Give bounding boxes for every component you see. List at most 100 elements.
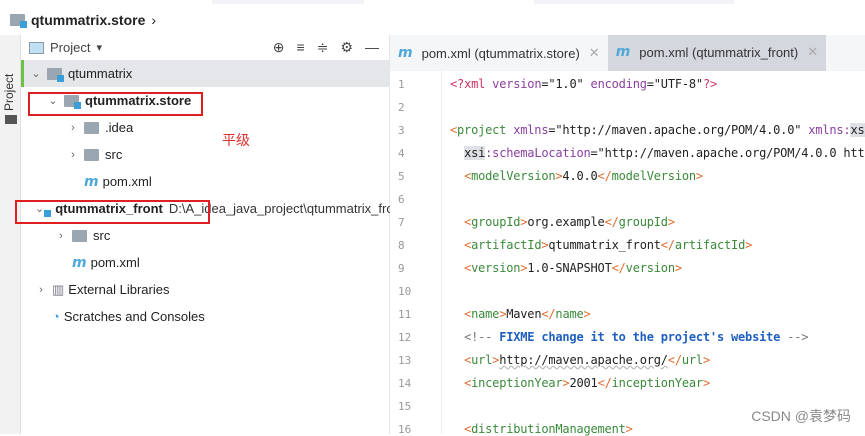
tree-item[interactable]: ⌄ qtummatrix <box>21 60 390 87</box>
tree-item[interactable]: › .idea <box>21 114 390 141</box>
code-token: xsi <box>850 123 865 137</box>
code-token: FIXME change it to the project's website <box>499 330 781 344</box>
code-token: </ <box>597 169 612 183</box>
code-line: <groupId>org.example</groupId> <box>450 215 675 229</box>
maven-icon: m <box>84 173 99 190</box>
tree-item-label: src <box>93 228 111 243</box>
code-token: xml <box>464 77 493 91</box>
project-view-selector[interactable]: Project <box>50 40 90 55</box>
code-token: > <box>674 261 682 275</box>
code-token: </ <box>541 307 556 321</box>
collapse-all-icon[interactable]: ≑ <box>317 39 329 56</box>
tree-item[interactable]: › src <box>21 141 390 168</box>
line-number: 10 <box>398 285 412 298</box>
code-token: name <box>471 307 500 321</box>
code-line: <modelVersion>4.0.0</modelVersion> <box>450 169 703 183</box>
editor-tabs: m pom.xml (qtummatrix.store) ✕ m pom.xml… <box>390 35 865 71</box>
folder-icon <box>72 229 87 242</box>
code-token: groupId <box>471 215 521 229</box>
close-icon[interactable]: ✕ <box>807 44 818 60</box>
tree-item-label: External Libraries <box>68 282 170 297</box>
highlight-box-front <box>15 200 210 224</box>
gear-icon[interactable]: ⚙ <box>340 39 353 56</box>
line-number: 11 <box>398 308 412 321</box>
tree-item-label: pom.xml <box>102 174 152 189</box>
chevron-icon[interactable]: › <box>35 284 47 296</box>
code-token: ="1.0" <box>541 77 591 91</box>
maven-icon: m <box>72 254 87 271</box>
chevron-icon[interactable]: ⌄ <box>30 67 42 80</box>
code-line: <project xmlns="http://maven.apache.org/… <box>450 123 865 137</box>
chevron-icon[interactable]: › <box>67 122 79 134</box>
code-token: > <box>702 376 710 390</box>
tree-item[interactable]: m pom.xml <box>21 249 390 276</box>
code-token: version <box>471 261 521 275</box>
line-number: 14 <box>398 377 412 390</box>
code-token: </ <box>667 353 682 367</box>
tab-pom-front[interactable]: m pom.xml (qtummatrix_front) ✕ <box>607 35 827 71</box>
folder-icon <box>84 148 99 161</box>
line-number: 1 <box>398 78 405 91</box>
breadcrumb[interactable]: qtummatrix.store › <box>10 10 156 30</box>
line-number: 6 <box>398 193 405 206</box>
code-token: <? <box>450 77 465 91</box>
code-line: <url>http://maven.apache.org/</url> <box>450 353 710 367</box>
code-token: 1.0-SNAPSHOT <box>527 261 612 275</box>
code-token: > <box>702 353 710 367</box>
tool-window-strip: Project <box>0 35 21 434</box>
code-line: <!-- FIXME change it to the project's we… <box>450 330 808 344</box>
chevron-down-icon[interactable]: ▾ <box>96 41 102 54</box>
code-token: < <box>450 123 458 137</box>
locate-icon[interactable]: ⊕ <box>273 39 285 56</box>
maven-icon: m <box>398 45 413 61</box>
code-token: ="http://maven.apache.org/POM/4.0.0 http <box>590 146 865 160</box>
maven-icon: m <box>615 44 631 60</box>
code-token: > <box>667 215 675 229</box>
annotation-label: 平级 <box>222 132 250 148</box>
code-line: <?xml version="1.0" encoding="UTF-8"?> <box>450 77 717 91</box>
module-folder-icon <box>47 67 64 82</box>
line-number: 3 <box>398 124 405 137</box>
close-icon[interactable]: ✕ <box>589 45 600 61</box>
code-line: <inceptionYear>2001</inceptionYear> <box>450 376 710 390</box>
tree-item-label: pom.xml <box>90 255 140 270</box>
line-number: 5 <box>398 170 405 183</box>
code-token: :schemaLocation <box>485 146 591 160</box>
chevron-icon[interactable]: › <box>55 230 67 242</box>
code-token: > <box>695 169 703 183</box>
tab-pom-store[interactable]: m pom.xml (qtummatrix.store) ✕ <box>390 35 608 71</box>
watermark: CSDN @袁梦码 <box>751 408 851 424</box>
project-tool-button[interactable]: Project <box>2 74 16 111</box>
libraries-icon: ▥ <box>52 281 65 297</box>
code-token: ?> <box>702 77 718 91</box>
breadcrumb-label: qtummatrix.store <box>31 12 146 28</box>
tree-item[interactable]: ◔ Scratches and Consoles <box>21 303 390 330</box>
line-number: 2 <box>398 101 405 114</box>
hide-icon[interactable]: — <box>365 39 379 56</box>
code-editor[interactable]: 1 <?xml version="1.0" encoding="UTF-8"?> 2… <box>390 71 865 436</box>
project-view-icon <box>29 41 44 54</box>
tab-label: pom.xml (qtummatrix_front) <box>639 44 799 60</box>
tree-item-label: .idea <box>105 120 134 135</box>
code-token: xmlns: <box>808 123 851 137</box>
tree-item[interactable]: m pom.xml <box>21 168 390 195</box>
code-token: version <box>625 261 675 275</box>
line-number: 9 <box>398 262 405 275</box>
code-token: project <box>457 123 514 137</box>
tree-item[interactable]: › ▥ External Libraries <box>21 276 390 303</box>
expand-all-icon[interactable]: ≡ <box>297 39 305 56</box>
code-token: xmlns <box>513 123 549 137</box>
chevron-icon[interactable]: › <box>67 149 79 161</box>
code-token: inceptionYear <box>611 376 704 390</box>
code-token: ="UTF-8" <box>646 77 703 91</box>
code-token: xsi <box>464 146 486 160</box>
code-token: org.example <box>527 215 605 229</box>
tree-item[interactable]: › src <box>21 222 390 249</box>
code-token: > <box>583 307 591 321</box>
line-number: 8 <box>398 239 405 252</box>
code-token: groupId <box>618 215 668 229</box>
line-number: 16 <box>398 423 412 436</box>
